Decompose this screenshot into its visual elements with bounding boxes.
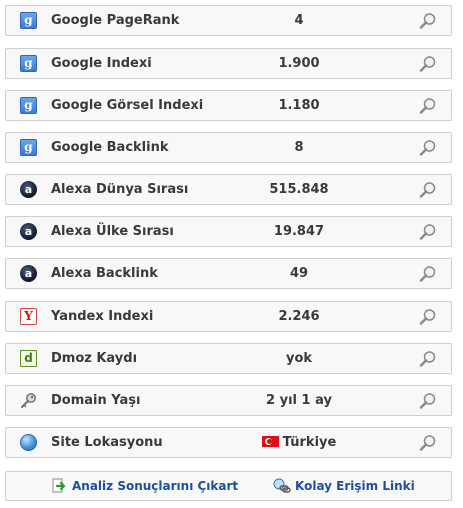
row-value: 1.180 [278, 98, 320, 113]
row-label: Yandex Indexi [51, 309, 154, 324]
magnifier-icon[interactable] [419, 55, 437, 73]
magnifier-icon[interactable] [419, 12, 437, 30]
row-label: Google Görsel Indexi [51, 98, 204, 113]
seo-results-list: g Google PageRank 4 g Google Indexi 1.90… [0, 0, 463, 508]
result-row-google-pagerank: g Google PageRank 4 [5, 5, 452, 36]
row-value: 1.900 [278, 56, 320, 71]
row-label: Alexa Backlink [51, 266, 158, 281]
google-icon: g [20, 97, 37, 114]
export-results-label: Analiz Sonuçlarını Çıkart [72, 479, 239, 493]
magnifier-icon[interactable] [419, 181, 437, 199]
turkey-flag-icon [261, 436, 279, 447]
export-results-link[interactable]: Analiz Sonuçlarını Çıkart [52, 472, 238, 500]
row-value: 2.246 [278, 309, 320, 324]
alexa-icon: a [20, 181, 37, 198]
magnifier-icon[interactable] [419, 350, 437, 368]
action-bar: Analiz Sonuçlarını Çıkart Kolay Erişim L… [5, 471, 452, 501]
magnifier-icon[interactable] [419, 223, 437, 241]
yandex-icon: Y [20, 308, 37, 325]
result-row-dmoz: d Dmoz Kaydı yok [5, 343, 452, 374]
dmoz-icon: d [20, 350, 37, 367]
google-icon: g [20, 12, 37, 29]
row-label: Dmoz Kaydı [51, 351, 138, 366]
row-value: 2 yıl 1 ay [266, 393, 332, 408]
alexa-icon: a [20, 265, 37, 282]
chain-link-icon [273, 478, 291, 493]
magnifier-icon[interactable] [419, 97, 437, 115]
globe-icon [20, 434, 37, 451]
country-name: Türkiye [282, 435, 337, 450]
row-value: 515.848 [269, 182, 329, 197]
row-label: Site Lokasyonu [51, 435, 163, 450]
row-label: Google Backlink [51, 140, 169, 155]
key-icon [21, 393, 36, 408]
result-row-yandex-index: Y Yandex Indexi 2.246 [5, 301, 452, 332]
alexa-icon: a [20, 223, 37, 240]
row-value: 8 [294, 140, 304, 155]
result-row-site-location: Site Lokasyonu Türkiye [5, 427, 452, 458]
google-icon: g [20, 139, 37, 156]
row-label: Alexa Dünya Sırası [51, 182, 189, 197]
row-value: 4 [294, 13, 304, 28]
result-row-google-image-index: g Google Görsel Indexi 1.180 [5, 90, 452, 121]
magnifier-icon[interactable] [419, 434, 437, 452]
row-label: Google Indexi [51, 56, 152, 71]
row-label: Google PageRank [51, 13, 180, 28]
easy-access-label: Kolay Erişim Linki [295, 479, 415, 493]
row-value: 19.847 [273, 224, 325, 239]
magnifier-icon[interactable] [419, 392, 437, 410]
magnifier-icon[interactable] [419, 139, 437, 157]
result-row-alexa-country-rank: a Alexa Ülke Sırası 19.847 [5, 216, 452, 247]
row-value: 49 [289, 266, 309, 281]
result-row-alexa-world-rank: a Alexa Dünya Sırası 515.848 [5, 174, 452, 205]
result-row-alexa-backlink: a Alexa Backlink 49 [5, 258, 452, 289]
arrow-export-icon [52, 478, 66, 493]
google-icon: g [20, 55, 37, 72]
result-row-google-backlink: g Google Backlink 8 [5, 132, 452, 163]
result-row-domain-age: Domain Yaşı 2 yıl 1 ay [5, 385, 452, 416]
row-value: yok [285, 351, 313, 366]
easy-access-link[interactable]: Kolay Erişim Linki [273, 472, 415, 500]
magnifier-icon[interactable] [419, 308, 437, 326]
row-label: Alexa Ülke Sırası [51, 224, 174, 239]
magnifier-icon[interactable] [419, 265, 437, 283]
row-label: Domain Yaşı [51, 393, 141, 408]
result-row-google-index: g Google Indexi 1.900 [5, 48, 452, 79]
row-value: Türkiye [234, 428, 364, 457]
